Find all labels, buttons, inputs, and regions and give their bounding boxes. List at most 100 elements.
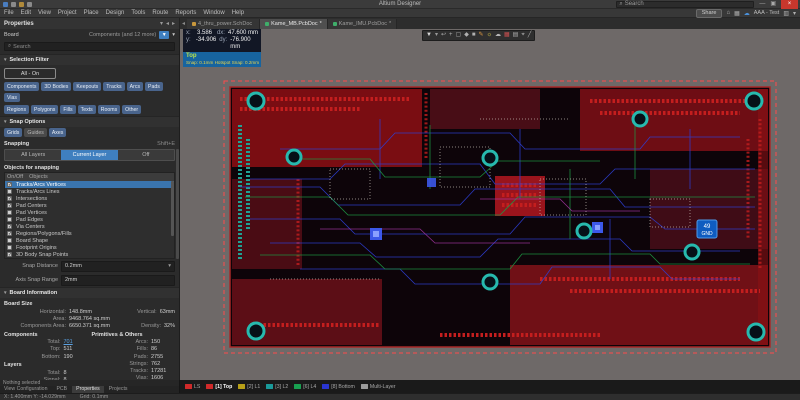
document-tab[interactable]: 4_thru_power.SchDoc — [187, 19, 260, 29]
snapping-mode-button[interactable]: Current Layer — [61, 150, 117, 160]
filter-chip[interactable]: Other — [122, 105, 141, 114]
scrollbar[interactable] — [176, 149, 179, 259]
filter-chip[interactable]: Fills — [60, 105, 75, 114]
frame-icon[interactable]: ▢ — [456, 30, 462, 41]
dropdown-icon[interactable]: ▾ — [435, 30, 438, 41]
snap-object-row[interactable]: Regions/Polygons/Fills — [5, 230, 174, 237]
close-panel-icon[interactable]: ▸ — [172, 20, 175, 27]
snap-object-row[interactable]: 3D Body Snap Points — [5, 251, 174, 258]
snap-object-row[interactable]: Footprint Origins — [5, 244, 174, 251]
snap-distance-select[interactable]: 0.2mm▾ — [61, 261, 175, 272]
section-board-information[interactable]: ▾ Board Information — [0, 287, 179, 298]
pencil-icon[interactable]: ✎ — [478, 30, 483, 41]
panel-scope-label[interactable]: Components (and 12 more) — [89, 32, 156, 38]
menu-item[interactable]: Window — [203, 10, 224, 16]
snap-chip[interactable]: Axes — [49, 128, 67, 137]
document-tab[interactable]: Kame_MB.PcbDoc* — [260, 19, 328, 29]
user-icon[interactable]: ▣ — [770, 0, 776, 9]
checkbox[interactable] — [7, 231, 12, 236]
pcb-board-graphic[interactable]: 49 GND — [180, 29, 800, 380]
layer-tab[interactable]: [3] L2 — [266, 384, 288, 390]
checkbox[interactable] — [7, 196, 12, 201]
snap-chip[interactable]: Guides — [24, 128, 46, 137]
diamond-icon[interactable]: ◆ — [464, 30, 469, 41]
checkbox[interactable] — [7, 182, 12, 187]
filter-chip[interactable]: Tracks — [103, 82, 124, 91]
layer-tab[interactable]: [2] L1 — [238, 384, 260, 390]
menu-item[interactable]: View — [38, 10, 51, 16]
snap-object-row[interactable]: Via Centers — [5, 223, 174, 230]
snapping-mode-button[interactable]: Off — [118, 150, 174, 160]
save-icon[interactable] — [11, 2, 16, 7]
menu-item[interactable]: Edit — [21, 10, 31, 16]
layer-tab[interactable]: LS — [185, 384, 200, 390]
panel-tab[interactable]: PCB — [52, 386, 71, 393]
filter-chip[interactable]: Rooms — [98, 105, 120, 114]
share-button[interactable]: Share — [696, 9, 723, 18]
global-search-input[interactable]: ⌕ Search — [616, 1, 754, 8]
monitor-icon[interactable]: ▥ — [783, 10, 789, 17]
target-icon[interactable]: ⌖ — [521, 30, 524, 41]
line-icon[interactable]: ╱ — [528, 30, 532, 41]
checkbox[interactable] — [7, 238, 12, 243]
checkbox[interactable] — [7, 189, 12, 194]
checkbox[interactable] — [7, 224, 12, 229]
tab-scroll-left-icon[interactable]: ◂ — [180, 19, 187, 29]
panel-tab[interactable]: View Configuration — [0, 386, 51, 393]
document-tab[interactable]: Kame_IMU.PcbDoc* — [328, 19, 397, 29]
menu-item[interactable]: File — [4, 10, 14, 16]
panel-tab[interactable]: Properties — [72, 386, 104, 393]
filter-chip[interactable]: Arcs — [127, 82, 143, 91]
cloud-icon[interactable]: ☁ — [744, 10, 750, 17]
pin-icon[interactable]: ◂ — [166, 20, 169, 27]
menu-item[interactable]: Project — [58, 10, 77, 16]
section-snap-options[interactable]: ▾ Snap Options — [0, 116, 179, 127]
panel-tab[interactable]: Projects — [105, 386, 132, 393]
grid-view-icon[interactable]: ▦ — [734, 10, 740, 17]
filter-funnel-button[interactable]: ▼ — [159, 31, 169, 39]
layer-tab[interactable]: [8] Bottom — [322, 384, 355, 390]
pcb-canvas[interactable]: 49 GND x:3.586 dx:47.600 mm y:-34.906 dy… — [180, 29, 800, 380]
checkbox[interactable] — [7, 252, 12, 257]
filter-chip[interactable]: Vias — [4, 93, 20, 102]
fill-icon[interactable]: ■ — [472, 30, 476, 41]
axis-snap-range-input[interactable]: 2mm — [61, 275, 175, 286]
checkbox[interactable] — [7, 217, 12, 222]
workspace-label[interactable]: AAA - Test — [754, 10, 780, 16]
layer-tab[interactable]: [1] Top — [206, 384, 232, 390]
panel-menu-icon[interactable]: ▾ — [160, 20, 163, 27]
layer-tab[interactable]: Multi-Layer — [361, 384, 396, 390]
menu-item[interactable]: Reports — [175, 10, 196, 16]
scrollbar[interactable] — [171, 181, 174, 236]
home-icon[interactable]: ⌂ — [726, 10, 730, 16]
undo-icon[interactable]: ↩ — [441, 30, 446, 41]
snap-object-row[interactable]: Pad Edges — [5, 216, 174, 223]
filter-chip[interactable]: Texts — [78, 105, 96, 114]
filter-chip[interactable]: Regions — [4, 105, 29, 114]
checkbox[interactable] — [7, 210, 12, 215]
grid-icon[interactable]: ▦ — [504, 30, 510, 41]
checkbox[interactable] — [7, 203, 12, 208]
menu-item[interactable]: Design — [106, 10, 125, 16]
open-icon[interactable] — [19, 2, 24, 7]
filter-chip[interactable]: Components — [4, 82, 39, 91]
snap-chip[interactable]: Grids — [4, 128, 22, 137]
snap-object-row[interactable]: Board Shape — [5, 237, 174, 244]
section-selection-filter[interactable]: ▾ Selection Filter — [0, 54, 179, 65]
chevron-down-icon[interactable]: ▾ — [172, 32, 175, 38]
pad-icon[interactable]: ▤ — [513, 30, 519, 41]
add-icon[interactable]: + — [449, 30, 453, 41]
layer-tab[interactable]: [6] L4 — [294, 384, 316, 390]
selection-filter-all-button[interactable]: All - On — [4, 68, 56, 79]
menu-item[interactable]: Place — [84, 10, 99, 16]
snap-object-row[interactable]: Tracks/Arcs Vertices — [5, 181, 174, 188]
snap-object-row[interactable]: Pad Centers — [5, 202, 174, 209]
cloud-icon[interactable]: ☁ — [495, 30, 501, 41]
filter-chip[interactable]: Keepouts — [73, 82, 101, 91]
snap-object-row[interactable]: Tracks/Arcs Lines — [5, 188, 174, 195]
menu-item[interactable]: Help — [232, 10, 244, 16]
undo-icon[interactable] — [27, 2, 32, 7]
filter-chip[interactable]: Pads — [145, 82, 163, 91]
menu-item[interactable]: Tools — [131, 10, 145, 16]
snap-object-row[interactable]: Pad Vertices — [5, 209, 174, 216]
